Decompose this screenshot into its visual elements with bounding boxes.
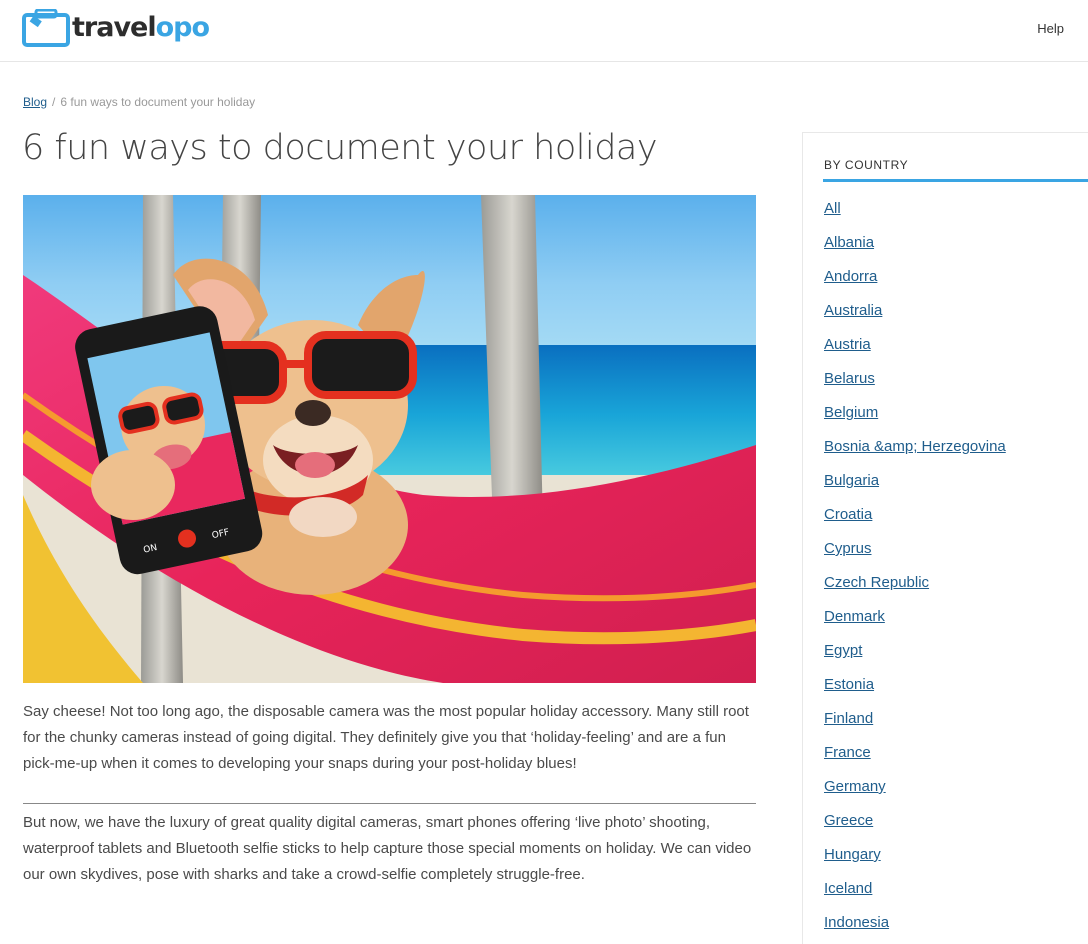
country-list-item: All xyxy=(824,199,1006,233)
site-header: travelopo Help xyxy=(0,0,1088,62)
country-list-item: Finland xyxy=(824,709,1006,743)
country-link-estonia[interactable]: Estonia xyxy=(824,676,874,693)
country-link-egypt[interactable]: Egypt xyxy=(824,642,862,659)
country-list-item: Estonia xyxy=(824,675,1006,709)
breadcrumb-blog-link[interactable]: Blog xyxy=(23,95,47,109)
country-list-item: Albania xyxy=(824,233,1006,267)
sidebar-heading: BY COUNTRY xyxy=(824,158,909,172)
country-link-belarus[interactable]: Belarus xyxy=(824,370,875,387)
logo-text-part2: opo xyxy=(155,12,210,43)
country-list-item: Greece xyxy=(824,811,1006,845)
sidebar-heading-underline xyxy=(823,179,1088,182)
country-link-albania[interactable]: Albania xyxy=(824,234,874,251)
paragraph-divider xyxy=(23,803,756,804)
country-link-greece[interactable]: Greece xyxy=(824,812,873,829)
country-list: All Albania Andorra Australia Austria Be… xyxy=(824,199,1006,944)
help-link[interactable]: Help xyxy=(1037,21,1064,36)
country-link-andorra[interactable]: Andorra xyxy=(824,268,877,285)
country-link-finland[interactable]: Finland xyxy=(824,710,873,727)
country-link-belgium[interactable]: Belgium xyxy=(824,404,878,421)
country-list-item: Cyprus xyxy=(824,539,1006,573)
country-list-item: Bulgaria xyxy=(824,471,1006,505)
article-paragraph-2: But now, we have the luxury of great qua… xyxy=(23,814,752,883)
country-link-denmark[interactable]: Denmark xyxy=(824,608,885,625)
country-link-all[interactable]: All xyxy=(824,200,841,217)
country-list-item: Belgium xyxy=(824,403,1006,437)
country-list-item: France xyxy=(824,743,1006,777)
country-link-cyprus[interactable]: Cyprus xyxy=(824,540,872,557)
country-list-item: Belarus xyxy=(824,369,1006,403)
country-list-item: Bosnia &amp; Herzegovina xyxy=(824,437,1006,471)
country-link-bulgaria[interactable]: Bulgaria xyxy=(824,472,879,489)
country-list-item: Egypt xyxy=(824,641,1006,675)
country-list-item: Denmark xyxy=(824,607,1006,641)
country-link-australia[interactable]: Australia xyxy=(824,302,882,319)
country-link-germany[interactable]: Germany xyxy=(824,778,886,795)
breadcrumb-separator: / xyxy=(52,95,56,109)
article-paragraph-1: Say cheese! Not too long ago, the dispos… xyxy=(23,703,749,772)
country-list-item: Australia xyxy=(824,301,1006,335)
travelopo-logo[interactable]: travelopo xyxy=(22,8,210,48)
country-link-hungary[interactable]: Hungary xyxy=(824,846,881,863)
country-list-item: Germany xyxy=(824,777,1006,811)
country-link-france[interactable]: France xyxy=(824,744,871,761)
country-link-indonesia[interactable]: Indonesia xyxy=(824,914,889,931)
suitcase-logo-icon xyxy=(22,8,70,47)
country-link-czech-republic[interactable]: Czech Republic xyxy=(824,574,929,591)
country-list-item: Indonesia xyxy=(824,913,1006,944)
page-title: 6 fun ways to document your holiday xyxy=(22,128,658,168)
country-sidebar: BY COUNTRY All Albania Andorra Australia… xyxy=(802,132,1088,944)
breadcrumb: Blog / 6 fun ways to document your holid… xyxy=(23,95,255,109)
country-link-croatia[interactable]: Croatia xyxy=(824,506,872,523)
hero-image: ON OFF xyxy=(23,195,756,683)
country-list-item: Czech Republic xyxy=(824,573,1006,607)
country-list-item: Iceland xyxy=(824,879,1006,913)
country-link-austria[interactable]: Austria xyxy=(824,336,871,353)
logo-wordmark: travelopo xyxy=(72,8,210,48)
country-list-item: Hungary xyxy=(824,845,1006,879)
logo-text-part1: travel xyxy=(72,12,157,43)
country-list-item: Austria xyxy=(824,335,1006,369)
country-link-bosnia-herzegovina[interactable]: Bosnia &amp; Herzegovina xyxy=(824,438,1006,455)
breadcrumb-current: 6 fun ways to document your holiday xyxy=(60,95,256,109)
country-list-item: Andorra xyxy=(824,267,1006,301)
country-list-item: Croatia xyxy=(824,505,1006,539)
country-link-iceland[interactable]: Iceland xyxy=(824,880,872,897)
